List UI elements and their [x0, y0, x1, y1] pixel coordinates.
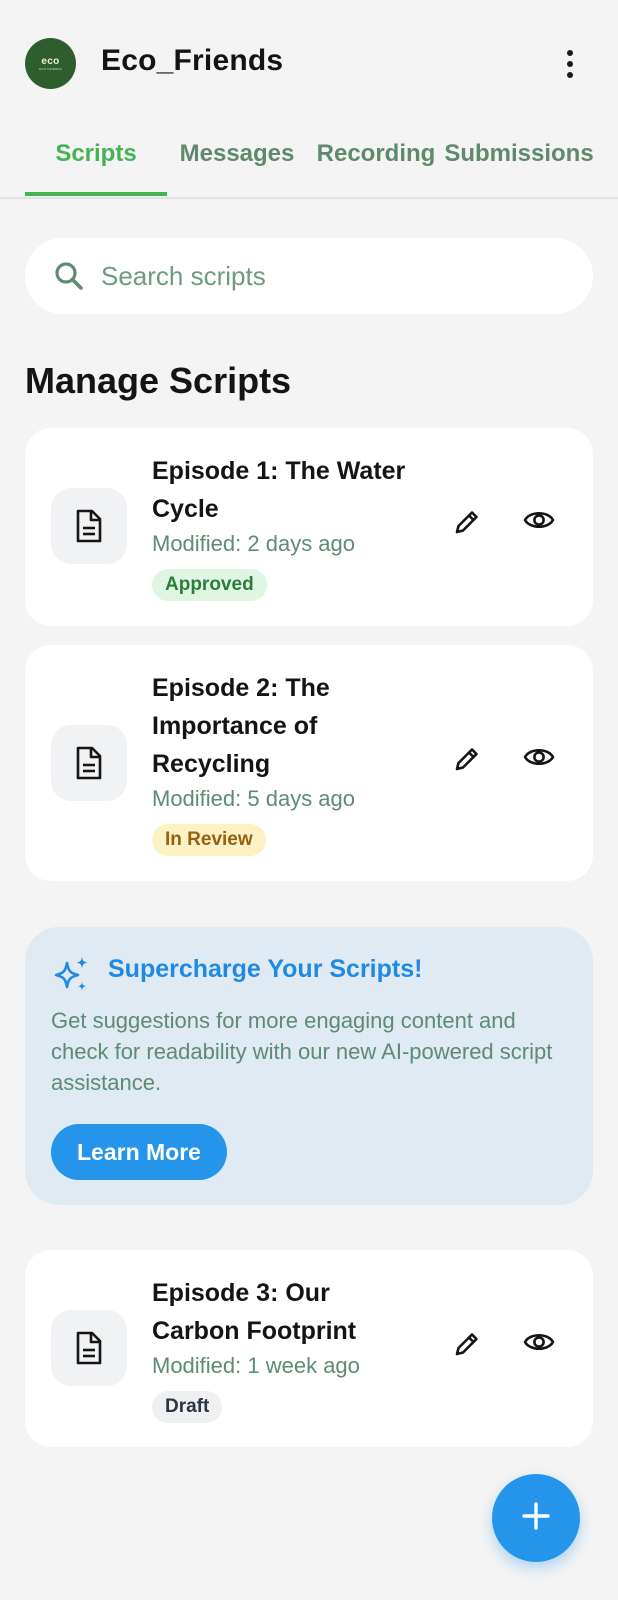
ai-promo-banner: Supercharge Your Scripts! Get suggestion… [25, 927, 593, 1205]
tab-recording[interactable]: Recording [308, 140, 444, 198]
add-script-button[interactable] [492, 1474, 580, 1562]
promo-description: Get suggestions for more engaging conten… [51, 1008, 553, 1095]
status-badge: Approved [152, 569, 267, 601]
view-eye-icon[interactable] [523, 745, 555, 774]
edit-pencil-icon[interactable] [453, 508, 481, 541]
tab-scripts[interactable]: Scripts [25, 140, 167, 198]
status-badge: Draft [152, 1391, 223, 1423]
script-modified: Modified: 2 days ago [152, 531, 356, 556]
edit-pencil-icon[interactable] [453, 745, 481, 778]
script-card[interactable]: Episode 2: The Importance of Recycling M… [25, 645, 593, 881]
search-input[interactable] [101, 252, 571, 300]
sparkles-icon [51, 955, 91, 1000]
tab-submissions[interactable]: Submissions [444, 140, 594, 198]
view-eye-icon[interactable] [523, 1330, 555, 1359]
script-title: Episode 3: Our Carbon Footprint [152, 1279, 357, 1345]
script-title: Episode 2: The Importance of Recycling [152, 674, 330, 778]
search-icon [53, 260, 85, 297]
logo-subtext: ECO FRIENDS [39, 66, 62, 71]
script-modified: Modified: 1 week ago [152, 1353, 360, 1378]
app-logo: eco ECO FRIENDS [25, 38, 76, 89]
scripts-screen: eco ECO FRIENDS Eco_Friends Scripts Mess… [0, 0, 618, 1600]
tab-messages[interactable]: Messages [170, 140, 304, 198]
active-tab-indicator [25, 192, 167, 196]
script-title: Episode 1: The Water Cycle [152, 457, 406, 523]
view-eye-icon[interactable] [523, 508, 555, 537]
logo-text: eco [41, 55, 60, 67]
document-icon [51, 488, 127, 564]
document-icon [51, 1310, 127, 1386]
more-vertical-icon[interactable] [560, 48, 580, 80]
status-badge: In Review [152, 824, 266, 856]
script-card[interactable]: Episode 1: The Water Cycle Modified: 2 d… [25, 428, 593, 626]
app-title: Eco_Friends [101, 44, 284, 77]
promo-title: Supercharge Your Scripts! [108, 955, 423, 983]
document-icon [51, 725, 127, 801]
app-header: eco ECO FRIENDS Eco_Friends [0, 0, 618, 120]
script-modified: Modified: 5 days ago [152, 786, 356, 811]
search-bar[interactable] [25, 238, 593, 314]
edit-pencil-icon[interactable] [453, 1330, 481, 1363]
plus-icon [521, 1501, 551, 1536]
script-card[interactable]: Episode 3: Our Carbon Footprint Modified… [25, 1250, 593, 1447]
section-title: Manage Scripts [25, 360, 292, 401]
learn-more-button[interactable]: Learn More [51, 1124, 227, 1180]
tab-bar: Scripts Messages Recording Submissions [0, 120, 618, 199]
